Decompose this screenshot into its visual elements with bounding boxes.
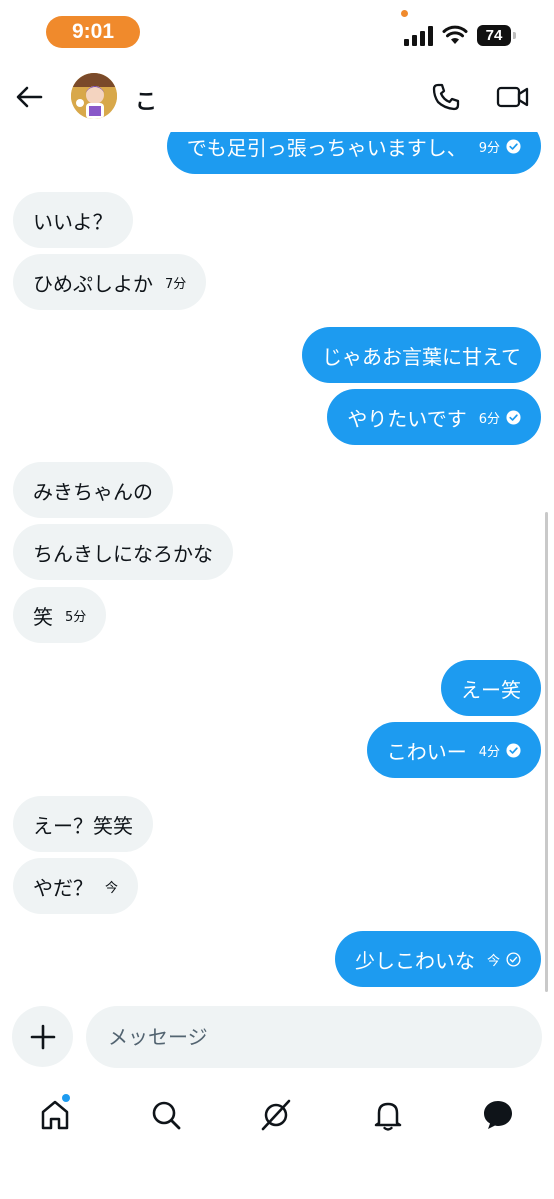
received-message-bubble[interactable]: 笑 5分 — [13, 587, 107, 643]
message-text: やりたいです — [347, 406, 467, 431]
sent-message-bubble[interactable]: じゃあお言葉に甘えて — [302, 327, 541, 383]
message-text: みきちゃんの — [33, 479, 153, 504]
phone-icon — [432, 83, 460, 111]
back-button[interactable] — [12, 80, 46, 114]
message-meta: 6分 — [479, 408, 521, 427]
message-timestamp: 今 — [486, 953, 500, 969]
nav-notifications[interactable] — [370, 1097, 406, 1133]
sent-receipt-icon — [506, 951, 521, 967]
received-message-bubble[interactable]: いいよ？ — [13, 192, 133, 248]
nav-search[interactable] — [148, 1097, 184, 1133]
message-timestamp: 5分 — [65, 609, 87, 625]
bell-icon — [374, 1102, 402, 1131]
read-receipt-icon — [506, 409, 521, 425]
sent-message-bubble[interactable]: 少しこわいな今 — [334, 931, 541, 987]
video-camera-icon — [496, 86, 529, 108]
home-icon — [41, 1100, 69, 1130]
message-text: ちんきしになろかな — [33, 541, 213, 566]
contact-name[interactable]: こ — [135, 84, 157, 116]
message-composer — [0, 1006, 554, 1070]
message-meta: 7分 — [165, 273, 186, 292]
received-message-bubble[interactable]: ちんきしになろかな — [13, 524, 233, 580]
search-icon — [152, 1101, 181, 1130]
nav-grok[interactable] — [258, 1097, 294, 1133]
add-media-button[interactable] — [12, 1006, 73, 1067]
received-message-bubble[interactable]: やだ？ 今 — [13, 858, 139, 914]
nav-messages[interactable] — [480, 1097, 516, 1133]
read-receipt-icon — [506, 742, 521, 758]
avatar[interactable] — [71, 73, 117, 119]
message-meta: 4分 — [479, 741, 521, 760]
message-text: やだ？ — [33, 875, 93, 900]
conversation-header: こ — [0, 62, 554, 132]
message-meta: 9分 — [479, 137, 521, 156]
video-call-button[interactable] — [496, 81, 530, 113]
message-timestamp: 今 — [105, 880, 119, 896]
received-message-bubble[interactable]: みきちゃんの — [13, 462, 173, 518]
bottom-nav — [0, 1085, 554, 1145]
scrollbar[interactable] — [545, 512, 548, 992]
message-text: でも足引っ張っちゃいますし、 — [186, 135, 467, 160]
message-text: ひめぷしよか — [33, 271, 153, 296]
message-input[interactable] — [86, 1006, 542, 1068]
avatar-image — [71, 73, 117, 119]
message-list[interactable]: でも足引っ張っちゃいますし、 9分いいよ？ ひめぷしよか 7分じゃあお言葉に甘えてやり… — [0, 0, 554, 995]
message-text: じゃあお言葉に甘えて — [322, 344, 521, 369]
message-timestamp: 7分 — [165, 276, 187, 292]
sent-message-bubble[interactable]: やりたいです 6分 — [327, 389, 541, 445]
message-timestamp: 9分 — [478, 140, 500, 156]
message-text: えー笑 — [461, 677, 521, 702]
plus-icon — [30, 1024, 55, 1049]
message-text: こわいー — [386, 739, 467, 764]
received-message-bubble[interactable]: ひめぷしよか 7分 — [13, 254, 207, 310]
notification-dot — [62, 1094, 70, 1102]
message-text: いいよ？ — [33, 209, 113, 234]
message-meta: 今 — [105, 877, 118, 896]
messages-icon — [484, 1101, 512, 1129]
grok-icon — [261, 1099, 291, 1131]
back-arrow-icon — [16, 86, 43, 108]
message-meta: 5分 — [65, 606, 86, 625]
read-receipt-icon — [506, 138, 521, 154]
sent-message-bubble[interactable]: えー笑 — [441, 660, 541, 716]
message-meta: 今 — [487, 950, 521, 969]
sent-message-bubble[interactable]: こわいー 4分 — [366, 722, 541, 778]
message-timestamp: 6分 — [478, 411, 500, 427]
voice-call-button[interactable] — [430, 81, 462, 113]
message-text: 少しこわいな — [354, 948, 475, 973]
message-text: えー？笑笑 — [33, 813, 133, 838]
nav-home[interactable] — [37, 1097, 73, 1133]
message-text: 笑 — [33, 604, 53, 629]
message-timestamp: 4分 — [478, 744, 500, 760]
received-message-bubble[interactable]: えー？笑笑 — [13, 796, 153, 852]
